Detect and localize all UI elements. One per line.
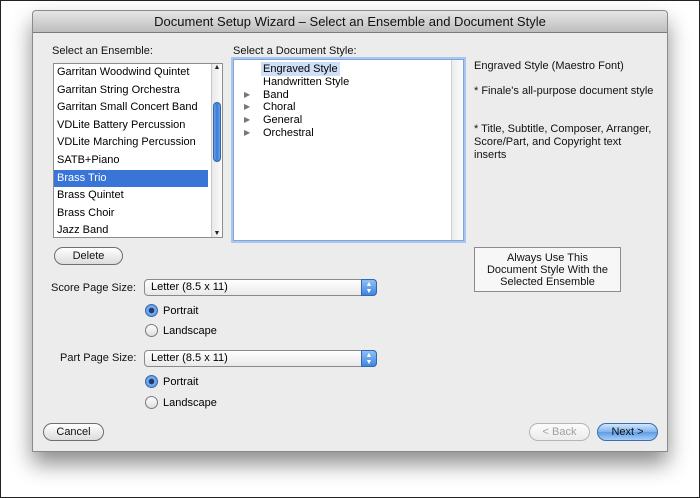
radio-selected-icon [145,374,158,388]
part-page-size-select[interactable]: Letter (8.5 x 11) ▲ ▼ [144,350,377,367]
style-description-title: Engraved Style (Maestro Font) [474,60,624,72]
always-use-style-button[interactable]: Always Use This Document Style With the … [474,247,621,292]
score-portrait-radio[interactable]: Portrait [145,303,198,319]
score-page-size-label: Score Page Size: [51,282,136,294]
score-landscape-radio[interactable]: Landscape [145,323,217,339]
ensemble-list-item[interactable]: Garritan Small Concert Band [54,99,208,117]
select-arrows-icon: ▲ ▼ [361,350,377,367]
doc-style-label: Select a Document Style: [233,45,357,57]
ensemble-list-item[interactable]: Jazz Band [54,222,208,237]
part-landscape-radio[interactable]: Landscape [145,395,217,411]
window-title: Document Setup Wizard – Select an Ensemb… [33,11,667,33]
ensemble-list-item[interactable]: SATB+Piano [54,152,208,170]
part-page-size-value: Letter (8.5 x 11) [151,352,228,364]
radio-unselected-icon [145,395,158,409]
doc-style-item[interactable]: Orchestral [263,126,314,140]
score-page-size-select[interactable]: Letter (8.5 x 11) ▲ ▼ [144,279,377,296]
disclosure-triangle-icon[interactable]: ▶ [244,126,250,140]
style-description-line2: * Title, Subtitle, Composer, Arranger, S… [474,123,652,161]
radio-unselected-icon [145,323,158,337]
ensemble-list-item[interactable]: Garritan String Orchestra [54,82,208,100]
scroll-down-icon[interactable]: ▼ [212,230,222,237]
part-portrait-label: Portrait [163,376,199,388]
ensemble-scrollbar[interactable]: ▲ ▼ [211,64,222,237]
ensemble-list-item[interactable]: Brass Quintet [54,187,208,205]
ensemble-items: Garritan Woodwind Quintet Garritan String… [54,64,222,237]
score-landscape-label: Landscape [163,325,217,337]
scroll-thumb[interactable] [213,102,221,162]
scroll-up-icon[interactable]: ▲ [212,64,222,71]
part-portrait-radio[interactable]: Portrait [145,374,198,390]
cancel-button[interactable]: Cancel [43,423,104,441]
always-use-style-label: Always Use This Document Style With the … [486,251,609,288]
doc-style-scrollbar[interactable] [451,60,463,240]
ensemble-list-item[interactable]: VDLite Battery Percussion [54,117,208,135]
back-button[interactable]: < Back [529,423,590,441]
doc-style-list[interactable]: Engraved Style Handwritten Style ▶ Band ▶ Cho… [233,59,464,241]
ensemble-list[interactable]: Garritan Woodwind Quintet Garritan String… [53,63,223,238]
ensemble-label: Select an Ensemble: [52,45,153,57]
ensemble-list-item[interactable]: Brass Choir [54,205,208,223]
ensemble-list-item[interactable]: VDLite Marching Percussion [54,134,208,152]
setup-wizard-dialog: Document Setup Wizard – Select an Ensemb… [32,10,668,452]
next-button[interactable]: Next > [597,423,658,441]
score-portrait-label: Portrait [163,305,199,317]
select-arrows-icon: ▲ ▼ [361,279,377,296]
part-landscape-label: Landscape [163,397,217,409]
style-description-line1: * Finale's all-purpose document style [474,85,654,97]
ensemble-list-item[interactable]: Brass Trio [54,169,208,188]
score-page-size-value: Letter (8.5 x 11) [151,281,228,293]
ensemble-list-item[interactable]: Garritan Woodwind Quintet [54,64,208,82]
part-page-size-label: Part Page Size: [60,352,137,364]
radio-selected-icon [145,303,158,317]
delete-button[interactable]: Delete [54,247,123,265]
